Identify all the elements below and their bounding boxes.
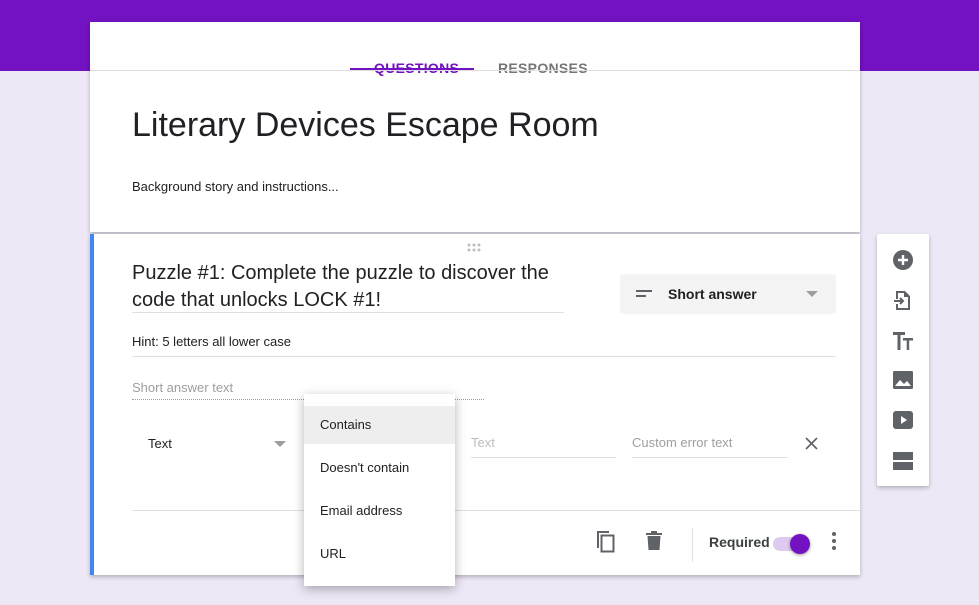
question-card: Puzzle #1: Complete the puzzle to discov… bbox=[90, 234, 860, 575]
form-title[interactable]: Literary Devices Escape Room bbox=[132, 106, 599, 145]
custom-error-input[interactable]: Custom error text bbox=[632, 434, 788, 458]
short-answer-icon bbox=[636, 289, 654, 299]
description-underline bbox=[132, 356, 836, 357]
import-questions-icon[interactable] bbox=[894, 290, 912, 311]
chevron-down-icon bbox=[806, 291, 818, 297]
chevron-down-icon bbox=[274, 441, 286, 447]
add-question-icon[interactable] bbox=[893, 250, 913, 270]
form-header-card: QUESTIONS RESPONSES Literary Devices Esc… bbox=[90, 22, 860, 232]
tabs-divider bbox=[90, 70, 860, 71]
title-underline bbox=[132, 312, 564, 313]
validation-category-label: Text bbox=[148, 436, 172, 451]
add-title-icon[interactable] bbox=[893, 332, 915, 350]
toggle-thumb bbox=[790, 534, 810, 554]
validation-rule-dropdown: Contains Doesn't contain Email address U… bbox=[304, 394, 455, 586]
required-label: Required bbox=[709, 534, 770, 550]
add-video-icon[interactable] bbox=[893, 411, 913, 429]
side-toolbar bbox=[877, 234, 929, 486]
question-type-select[interactable]: Short answer bbox=[620, 274, 836, 314]
tab-responses[interactable]: RESPONSES bbox=[498, 60, 588, 76]
footer-divider bbox=[132, 510, 860, 511]
add-image-icon[interactable] bbox=[893, 371, 913, 389]
dropdown-item-contains[interactable]: Contains bbox=[304, 406, 455, 444]
question-type-label: Short answer bbox=[668, 286, 757, 302]
question-description[interactable]: Hint: 5 letters all lower case bbox=[132, 334, 291, 349]
question-title-line: code that unlocks LOCK #1! bbox=[132, 289, 382, 311]
duplicate-icon[interactable] bbox=[594, 530, 616, 554]
dropdown-item-doesnt-contain[interactable]: Doesn't contain bbox=[304, 449, 455, 487]
footer-vertical-divider bbox=[692, 528, 693, 562]
question-title-line: Puzzle #1: Complete the puzzle to discov… bbox=[132, 262, 549, 284]
question-title[interactable]: Puzzle #1: Complete the puzzle to discov… bbox=[132, 260, 562, 314]
validation-category-select[interactable]: Text bbox=[132, 430, 288, 454]
drag-handle-icon[interactable] bbox=[467, 240, 483, 252]
delete-icon[interactable] bbox=[646, 531, 662, 551]
close-icon[interactable] bbox=[805, 437, 818, 450]
form-description[interactable]: Background story and instructions... bbox=[132, 179, 339, 194]
dropdown-item-url[interactable]: URL bbox=[304, 535, 455, 573]
required-toggle[interactable] bbox=[773, 534, 813, 554]
dropdown-item-email-address[interactable]: Email address bbox=[304, 492, 455, 530]
validation-text-placeholder: Text bbox=[471, 435, 495, 450]
more-options-icon[interactable] bbox=[832, 532, 836, 550]
short-answer-placeholder: Short answer text bbox=[132, 380, 234, 395]
validation-text-input[interactable]: Text bbox=[471, 434, 616, 458]
add-section-icon[interactable] bbox=[893, 452, 913, 470]
custom-error-placeholder: Custom error text bbox=[632, 435, 733, 450]
